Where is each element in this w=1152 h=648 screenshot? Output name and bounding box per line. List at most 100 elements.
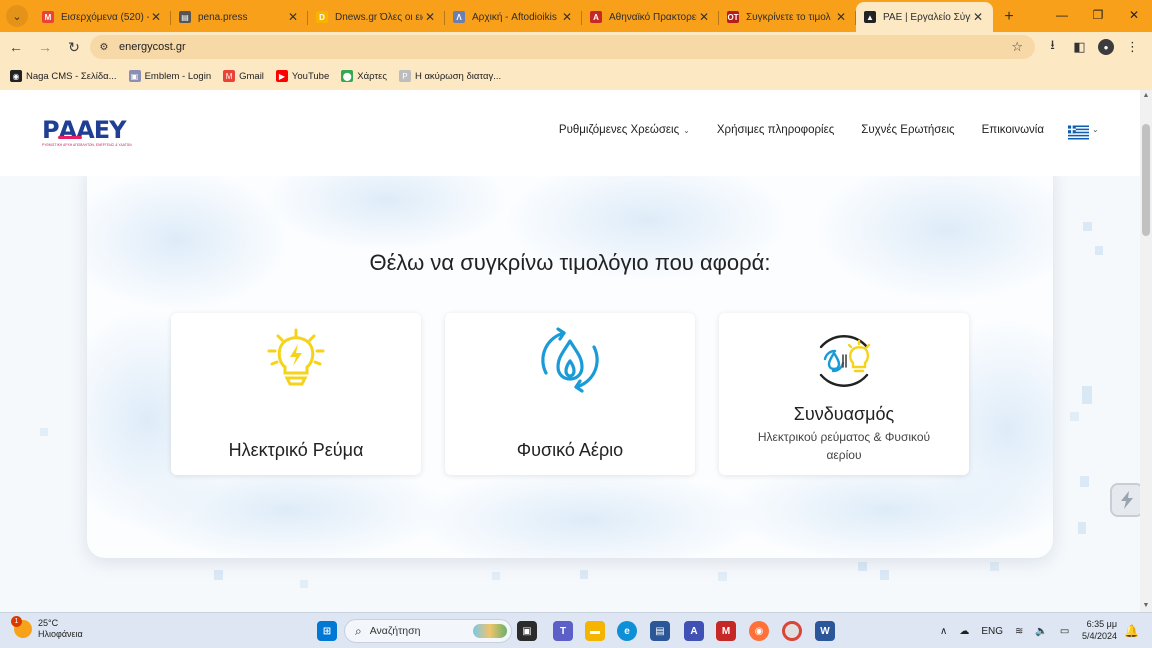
store-icon[interactable]: ▤ (650, 621, 670, 641)
browser-tab[interactable]: ▲ PAE | Εργαλείο Σύγκρ✕ (856, 2, 993, 32)
url-text[interactable]: energycost.gr (119, 41, 186, 53)
nav-item[interactable]: Ρυθμιζόμενες Χρεώσεις ⌄ (559, 124, 690, 136)
windows-taskbar: 1 25°C Ηλιοφάνεια ⊞ ⌕ Αναζήτηση ▣ T ▬ e … (0, 612, 1152, 648)
bookmark-item[interactable]: ◉ Naga CMS - Σελίδα... (10, 70, 117, 82)
browser-tab[interactable]: Λ Αρχική - Aftodioikis ✕ (445, 2, 582, 32)
forward-button[interactable]: → (32, 34, 58, 60)
scroll-up-icon[interactable]: ▲ (1140, 90, 1152, 102)
bookmark-star-icon[interactable]: ☆ (1011, 39, 1023, 55)
clock[interactable]: 6:35 μμ 5/4/2024 (1082, 618, 1117, 642)
battery-icon[interactable]: ▭ (1060, 626, 1069, 637)
chrome-icon[interactable] (782, 621, 802, 641)
more-menu-icon[interactable]: ⋮ (1119, 34, 1146, 60)
natural-gas-card[interactable]: Φυσικό Αέριο (445, 313, 695, 475)
bookmark-label: Gmail (239, 70, 264, 82)
bookmark-label: Emblem - Login (144, 70, 212, 82)
notification-bell-icon[interactable]: 🔔 (1124, 624, 1139, 638)
site-logo[interactable]: ΡΑΑΕΥ ΡΥΘΜΙΣΤΙΚΗ ΑΡΧΗ ΑΠΟΒΛΗΤΩΝ, ΕΝΕΡΓΕΙ… (42, 118, 132, 152)
bookmark-item[interactable]: PΗ ακύρωση διαταγ... (398, 70, 502, 82)
gmail-icon: M (42, 11, 54, 23)
close-tab-icon[interactable]: ✕ (286, 10, 300, 24)
site-info-icon[interactable]: ⚙ (95, 38, 113, 56)
nav-item[interactable]: Συχνές Ερωτήσεις (861, 124, 954, 136)
close-tab-icon[interactable]: ✕ (423, 10, 437, 24)
side-panel-icon[interactable]: ◧ (1066, 34, 1093, 60)
clock-time: 6:35 μμ (1086, 619, 1118, 629)
file-explorer-icon[interactable]: ▬ (585, 621, 605, 641)
reload-button[interactable]: ↻ (61, 34, 87, 60)
close-window-icon[interactable]: ✕ (1116, 0, 1152, 30)
word-icon[interactable]: W (815, 621, 835, 641)
scrollbar-thumb[interactable] (1142, 124, 1150, 236)
mcafee-icon[interactable]: M (716, 621, 736, 641)
bookmark-item[interactable]: ▣ Emblem - Login (128, 70, 212, 82)
page-scrollbar[interactable]: ▲ ▼ (1140, 90, 1152, 612)
task-view-icon[interactable]: ▣ (517, 621, 537, 641)
search-icon: ⌕ (355, 623, 362, 638)
tab-title: Συγκρίνετε το τιμολ (746, 11, 831, 23)
electricity-card[interactable]: Ηλεκτρικό Ρεύμα (171, 313, 421, 475)
weather-condition: Ηλιοφάνεια (38, 629, 83, 639)
chevron-down-icon: ⌄ (12, 10, 22, 23)
bookmark-label: Η ακύρωση διαταγ... (414, 70, 502, 82)
combined-card[interactable]: Συνδυασμός Ηλεκτρικού ρεύματος & Φυσικού… (719, 313, 969, 475)
new-tab-button[interactable]: + (997, 5, 1021, 29)
teams-icon[interactable]: T (553, 621, 573, 641)
tray-chevron-icon[interactable]: ∧ (940, 626, 947, 637)
browser-tab[interactable]: A Αθηναϊκό Πρακτορεί ✕ (582, 2, 719, 32)
close-tab-icon[interactable]: ✕ (560, 10, 574, 24)
toolbar-actions: ⭳ ◧ ● ⋮ (1039, 34, 1146, 60)
reload-icon: ↻ (68, 38, 80, 55)
close-tab-icon[interactable]: ✕ (697, 10, 711, 24)
weather-widget[interactable]: 1 25°C Ηλιοφάνεια (11, 616, 83, 640)
browser-tab[interactable]: D Dnews.gr Όλες οι ειδ ✕ (308, 2, 445, 32)
onedrive-icon[interactable]: ☁ (959, 626, 969, 637)
browser-tab[interactable]: M Εισερχόμενα (520) - ✕ (34, 2, 171, 32)
bookmark-item[interactable]: ▶ YouTube (275, 70, 329, 82)
bookmark-item[interactable]: M Gmail (223, 70, 264, 82)
address-bar[interactable]: ⚙ energycost.gr ☆ (90, 35, 1035, 59)
affinity-icon[interactable]: A (684, 621, 704, 641)
ot-icon: OT (727, 11, 739, 23)
nav-label: Ρυθμιζόμενες Χρεώσεις (558, 124, 680, 136)
nav-item[interactable]: Επικοινωνία (982, 124, 1044, 136)
tab-search-button[interactable]: ⌄ (6, 5, 28, 27)
browser-toolbar: ← → ↻ ⚙ energycost.gr ☆ ⭳ ◧ ● ⋮ (0, 32, 1152, 62)
doc-icon: P (398, 70, 411, 82)
firefox-icon[interactable]: ◉ (749, 621, 769, 641)
chevron-down-icon: ⌄ (683, 126, 690, 135)
site-header: ΡΑΑΕΥ ΡΥΘΜΙΣΤΙΚΗ ΑΡΧΗ ΑΠΟΒΛΗΤΩΝ, ΕΝΕΡΓΕΙ… (0, 90, 1140, 176)
language-indicator[interactable]: ENG (981, 626, 1003, 637)
back-button[interactable]: ← (3, 34, 29, 60)
accessibility-widget-button[interactable] (1110, 483, 1144, 517)
edge-icon[interactable]: e (617, 621, 637, 641)
wifi-icon[interactable]: ≋ (1015, 626, 1023, 637)
lightbulb-icon (267, 328, 325, 386)
minimize-icon[interactable]: — (1044, 0, 1080, 30)
download-icon[interactable]: ⭳ (1039, 34, 1066, 60)
language-chevron-icon[interactable]: ⌄ (1092, 125, 1099, 134)
bookmark-item[interactable]: ⬤ Χάρτες (341, 70, 387, 82)
tab-title: Αθηναϊκό Πρακτορεί (609, 11, 697, 23)
scroll-down-icon[interactable]: ▼ (1140, 600, 1152, 612)
taskbar-search[interactable]: ⌕ Αναζήτηση (344, 619, 512, 643)
browser-tab[interactable]: OT Συγκρίνετε το τιμολ ✕ (719, 2, 856, 32)
notification-badge: 1 (11, 616, 22, 627)
lightning-icon (1121, 491, 1133, 509)
close-tab-icon[interactable]: ✕ (149, 10, 163, 24)
close-tab-icon[interactable]: ✕ (834, 10, 848, 24)
tab-title: Εισερχόμενα (520) - (61, 11, 149, 23)
start-icon[interactable]: ⊞ (317, 621, 337, 641)
avatar[interactable]: ● (1098, 39, 1114, 55)
window-controls: — ❐ ✕ (1044, 0, 1152, 30)
browser-tab[interactable]: ▤ pena.press ✕ (171, 2, 308, 32)
bookmark-label: Naga CMS - Σελίδα... (26, 70, 117, 82)
tab-title: PAE | Εργαλείο Σύγκρ (883, 11, 971, 23)
close-tab-icon[interactable]: ✕ (971, 10, 985, 24)
greek-flag-icon[interactable] (1068, 125, 1089, 140)
tab-title: pena.press (198, 11, 248, 23)
restore-icon[interactable]: ❐ (1080, 0, 1116, 30)
volume-icon[interactable]: 🔈 (1035, 626, 1047, 637)
nav-item[interactable]: Χρήσιμες πληροφορίες (717, 124, 834, 136)
main-nav: Ρυθμιζόμενες Χρεώσεις ⌄ Χρήσιμες πληροφορί… (559, 124, 1044, 136)
